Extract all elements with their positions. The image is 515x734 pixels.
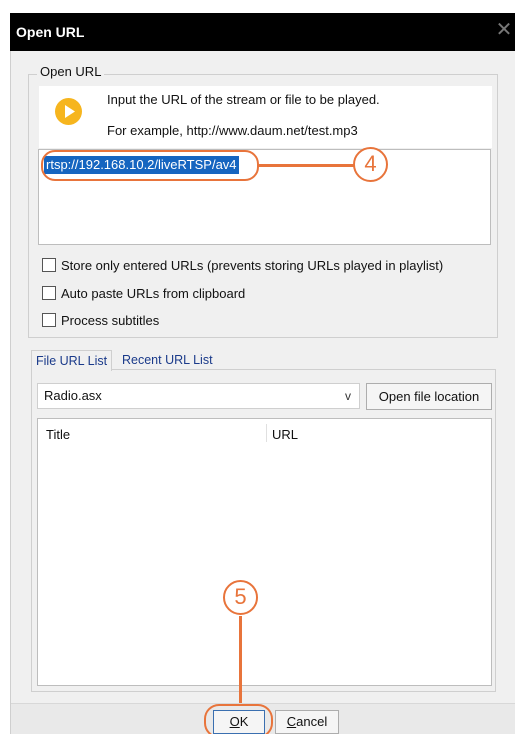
callout-4-highlight <box>41 150 259 181</box>
group-legend: Open URL <box>37 64 105 79</box>
cancel-label-rest: ancel <box>296 714 328 729</box>
column-header-url[interactable]: URL <box>272 427 298 442</box>
callout-4-connector <box>259 164 354 167</box>
auto-paste-urls-checkbox[interactable] <box>42 286 56 300</box>
column-divider <box>266 424 267 442</box>
cancel-mnemonic: C <box>286 714 297 729</box>
example-text: For example, http://www.daum.net/test.mp… <box>107 123 358 138</box>
store-only-entered-urls-option[interactable]: Store only entered URLs (prevents storin… <box>42 255 443 275</box>
callout-5-connector <box>239 616 242 708</box>
open-file-location-button[interactable]: Open file location <box>366 383 492 410</box>
auto-paste-urls-option[interactable]: Auto paste URLs from clipboard <box>42 283 245 303</box>
process-subtitles-label: Process subtitles <box>61 312 160 328</box>
tab-recent-url-list[interactable]: Recent URL List <box>118 350 217 371</box>
title-bar: Open URL ✕ <box>10 13 515 51</box>
window-title: Open URL <box>16 24 85 40</box>
file-select[interactable]: Radio.asx v <box>37 383 360 409</box>
callout-5-number: 5 <box>234 584 247 609</box>
file-select-value: Radio.asx <box>44 388 102 403</box>
callout-4-badge: 4 <box>353 147 388 182</box>
store-only-entered-urls-checkbox[interactable] <box>42 258 56 272</box>
close-icon[interactable]: ✕ <box>495 19 513 41</box>
url-list[interactable] <box>37 418 492 686</box>
callout-5-highlight <box>204 704 273 734</box>
play-icon <box>55 98 82 125</box>
process-subtitles-option[interactable]: Process subtitles <box>42 310 159 330</box>
store-only-entered-urls-label: Store only entered URLs (prevents storin… <box>61 257 444 273</box>
tab-file-url-list[interactable]: File URL List <box>31 350 113 371</box>
callout-5-badge: 5 <box>223 580 258 615</box>
process-subtitles-checkbox[interactable] <box>42 313 56 327</box>
instruction-text: Input the URL of the stream or file to b… <box>107 92 380 107</box>
chevron-down-icon[interactable]: v <box>345 384 351 408</box>
auto-paste-urls-label: Auto paste URLs from clipboard <box>61 285 246 301</box>
cancel-button[interactable]: Cancel <box>275 710 339 734</box>
column-header-title[interactable]: Title <box>46 427 70 442</box>
callout-4-number: 4 <box>364 151 377 176</box>
